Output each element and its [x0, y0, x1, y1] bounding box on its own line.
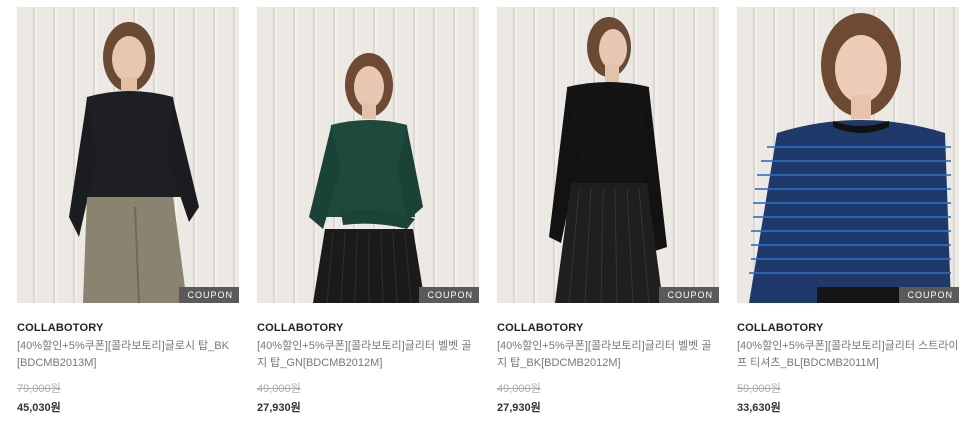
product-name-link[interactable]: [40%할인+5%쿠폰][콜라보토리]글리터 벨벳 골지 탑_GN[BDCMB2… [257, 338, 479, 372]
original-price: 59,000원 [737, 383, 781, 395]
product-card[interactable]: COUPON COLLABOTORY [40%할인+5%쿠폰][콜라보토리]글리… [497, 7, 719, 415]
model-green-velvet-top-photo [309, 53, 425, 303]
coupon-badge: COUPON [419, 287, 479, 303]
product-name-link[interactable]: [40%할인+5%쿠폰][콜라보토리]글리터 벨벳 골지 탑_BK[BDCMB2… [497, 338, 719, 372]
sale-price: 27,930원 [497, 402, 541, 414]
product-image[interactable]: COUPON [17, 7, 239, 303]
product-card[interactable]: COUPON COLLABOTORY [40%할인+5%쿠폰][콜라보토리]글로… [17, 7, 239, 415]
model-blue-stripe-tee-photo [749, 13, 959, 303]
sale-price: 45,030원 [17, 402, 61, 414]
product-name-link[interactable]: [40%할인+5%쿠폰][콜라보토리]글로시 탑_BK[BDCMB2013M] [17, 338, 239, 372]
product-card[interactable]: COUPON COLLABOTORY [40%할인+5%쿠폰][콜라보토리]글리… [737, 7, 959, 415]
sale-price: 27,930원 [257, 402, 301, 414]
brand-name: COLLABOTORY [737, 322, 824, 334]
product-image[interactable]: COUPON [737, 7, 959, 303]
original-price: 49,000원 [497, 383, 541, 395]
original-price: 79,000원 [17, 383, 61, 395]
coupon-badge: COUPON [179, 287, 239, 303]
brand-name: COLLABOTORY [257, 322, 344, 334]
product-image[interactable]: COUPON [257, 7, 479, 303]
original-price: 49,000원 [257, 383, 301, 395]
product-card[interactable]: COUPON COLLABOTORY [40%할인+5%쿠폰][콜라보토리]글리… [257, 7, 479, 415]
model-black-satin-top-photo [69, 22, 199, 303]
coupon-badge: COUPON [659, 287, 719, 303]
product-image[interactable]: COUPON [497, 7, 719, 303]
brand-name: COLLABOTORY [497, 322, 584, 334]
product-name-link[interactable]: [40%할인+5%쿠폰][콜라보토리]글리터 스트라이프 티셔츠_BL[BDCM… [737, 338, 959, 372]
brand-name: COLLABOTORY [17, 322, 104, 334]
sale-price: 33,630원 [737, 402, 781, 414]
product-grid: COUPON COLLABOTORY [40%할인+5%쿠폰][콜라보토리]글로… [0, 0, 967, 432]
model-black-velvet-top-photo [549, 17, 667, 303]
coupon-badge: COUPON [899, 287, 959, 303]
